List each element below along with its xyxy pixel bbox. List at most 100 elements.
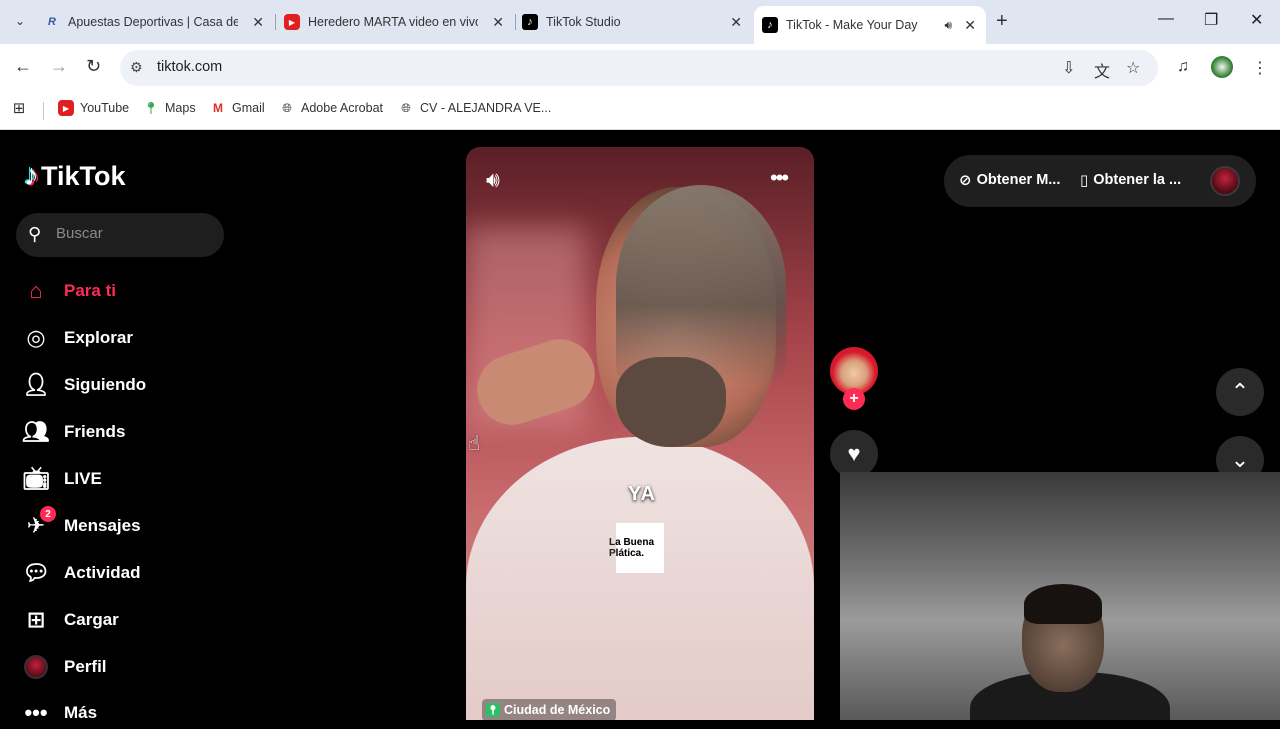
get-app-label: Obtener la ... [1093, 172, 1182, 188]
bookmarks-bar: ⊞ ▶ YouTube 📍︎ Maps M Gmail 🌐︎ Adobe Acr… [0, 92, 1280, 130]
video-subject-beard [616, 357, 726, 447]
tab-tiktok-active[interactable]: ♪ TikTok - Make Your Day 🔊︎ ✕ [754, 6, 986, 44]
apps-grid-icon[interactable]: ⊞ [11, 100, 33, 117]
nav-label: Explorar [64, 328, 133, 347]
close-window-icon[interactable]: ✕ [1250, 10, 1263, 30]
nav-siguiendo[interactable]: 👤︎ Siguiendo [22, 369, 146, 401]
minimize-icon[interactable]: — [1158, 10, 1174, 28]
globe-icon: 🌐︎ [282, 100, 292, 115]
following-icon: 👤︎ [22, 372, 50, 397]
upload-icon: ⊞ [26, 607, 46, 632]
more-icon: ••• [24, 700, 48, 725]
logo-text: TikTok [41, 160, 126, 191]
tab-title: TikTok - Make Your Day [786, 18, 918, 32]
webcam-overlay [840, 472, 1280, 720]
nav-mensajes[interactable]: ✈ 2 Mensajes [22, 506, 141, 542]
search-input[interactable] [56, 225, 216, 242]
profile-avatar-icon[interactable] [1211, 56, 1233, 78]
tab-title: TikTok Studio [546, 15, 621, 29]
bookmark-gmail[interactable]: M Gmail [210, 100, 265, 116]
video-subject-shirt [466, 437, 814, 720]
bookmark-label: CV - ALEJANDRA VE... [420, 101, 552, 115]
get-app-link[interactable]: ▯ Obtener la ... [1080, 171, 1181, 189]
bookmark-maps[interactable]: 📍︎ Maps [143, 100, 195, 116]
tab-close-icon[interactable]: ✕ [730, 14, 742, 31]
nav-para-ti[interactable]: ⌂ Para ti [22, 275, 116, 307]
youtube-icon: ▶ [284, 14, 300, 30]
tab-divider [515, 14, 516, 30]
maps-icon: 📍︎ [143, 101, 159, 115]
tab-tiktok-studio[interactable]: ♪ TikTok Studio ✕ [522, 6, 752, 38]
address-url[interactable]: tiktok.com [157, 59, 222, 75]
browser-toolbar: ← → ↻ ⚙ tiktok.com ⇩ 文 ☆ ♫ ⋮ [0, 44, 1280, 92]
user-avatar[interactable] [1210, 166, 1240, 196]
tiktok-logo-icon: ♪ [24, 159, 39, 192]
follow-plus-icon[interactable]: + [843, 388, 865, 410]
tiktok-page: ♪ TikTok ⚲ ⌂ Para ti ◎ Explorar 👤︎ Sigui… [0, 131, 1280, 725]
tab-close-icon[interactable]: ✕ [252, 14, 264, 31]
nav-label: Actividad [64, 563, 141, 582]
gmail-icon: M [213, 101, 223, 115]
forward-arrow-icon[interactable]: → [50, 56, 68, 77]
restore-icon[interactable]: ❐ [1204, 10, 1218, 30]
hand-cursor-icon: ☝ [468, 433, 481, 455]
location-pin-icon: 📍︎ [486, 703, 500, 717]
get-coins-link[interactable]: ⊘ Obtener M... [959, 171, 1060, 189]
tab-close-icon[interactable]: ✕ [492, 14, 504, 31]
back-arrow-icon[interactable]: ← [14, 56, 32, 77]
bookmark-star-icon[interactable]: ☆ [1126, 58, 1140, 78]
location-tag[interactable]: 📍︎ Ciudad de México [482, 699, 617, 720]
nav-label: Para ti [64, 281, 116, 300]
brand-watermark: La Buena Plática. [609, 537, 655, 559]
messages-badge: 2 [40, 506, 56, 522]
nav-perfil[interactable]: Perfil [22, 651, 107, 683]
bookmark-youtube[interactable]: ▶ YouTube [58, 100, 129, 116]
tab-betting[interactable]: R Apuestas Deportivas | Casa de A ✕ [44, 6, 274, 38]
tab-audio-icon[interactable]: 🔊︎ [944, 18, 952, 33]
nav-live[interactable]: 📺︎ LIVE [22, 463, 102, 495]
nav-label: LIVE [64, 469, 102, 488]
tab-search-chevron-icon[interactable]: ⌄ [8, 9, 32, 33]
tiktok-logo[interactable]: ♪ TikTok [24, 159, 126, 193]
browser-tab-bar: ⌄ R Apuestas Deportivas | Casa de A ✕ ▶ … [0, 0, 1280, 44]
nav-label: Friends [64, 422, 126, 441]
nav-label: Siguiendo [64, 375, 147, 394]
video-player[interactable]: 🔊︎ ••• YA La Buena Plática. 📍︎ Ciudad de… [466, 147, 814, 720]
profile-avatar-icon [22, 653, 50, 681]
bookmark-cv[interactable]: 🌐︎ CV - ALEJANDRA VE... [398, 100, 551, 116]
like-heart-icon[interactable]: ♥ [830, 430, 878, 478]
media-controls-icon[interactable]: ♫ [1177, 58, 1189, 76]
nav-explorar[interactable]: ◎ Explorar [22, 322, 133, 354]
tab-youtube[interactable]: ▶ Heredero MARTA video en vivo ✕ [284, 6, 514, 38]
tiktok-icon: ♪ [762, 17, 778, 33]
video-subject-hair [616, 185, 786, 385]
nav-label: Cargar [64, 610, 119, 629]
volume-icon[interactable]: 🔊︎ [486, 167, 500, 193]
translate-icon[interactable]: 文 [1094, 58, 1110, 82]
video-options-icon[interactable]: ••• [770, 165, 789, 191]
get-coins-label: Obtener M... [976, 172, 1061, 188]
reload-icon[interactable]: ↻ [86, 56, 101, 77]
kebab-menu-icon[interactable]: ⋮ [1252, 58, 1268, 78]
bookmark-divider [43, 102, 44, 120]
nav-cargar[interactable]: ⊞ Cargar [22, 604, 119, 636]
live-icon: 📺︎ [22, 466, 50, 491]
search-box[interactable]: ⚲ [16, 213, 224, 257]
phone-icon: ▯ [1080, 172, 1089, 189]
nav-label: Perfil [64, 657, 107, 676]
bookmark-label: YouTube [80, 101, 130, 115]
nav-label: Mensajes [64, 516, 141, 535]
bookmark-adobe[interactable]: 🌐︎ Adobe Acrobat [279, 100, 383, 116]
youtube-icon: ▶ [58, 100, 74, 116]
betting-site-icon: R [48, 16, 56, 28]
install-app-icon[interactable]: ⇩ [1062, 58, 1075, 78]
home-icon: ⌂ [29, 278, 43, 303]
nav-friends[interactable]: 👥︎ Friends [22, 416, 125, 448]
nav-actividad[interactable]: 💬︎ Actividad [22, 557, 141, 589]
new-tab-icon[interactable]: + [996, 10, 1008, 33]
site-info-icon[interactable]: ⚙ [130, 59, 143, 76]
address-bar[interactable]: ⚙ tiktok.com ⇩ 文 ☆ [120, 50, 1158, 86]
tab-close-icon[interactable]: ✕ [964, 17, 976, 34]
nav-mas[interactable]: ••• Más [22, 697, 97, 729]
chevron-up-icon[interactable]: ⌃ [1216, 368, 1264, 416]
